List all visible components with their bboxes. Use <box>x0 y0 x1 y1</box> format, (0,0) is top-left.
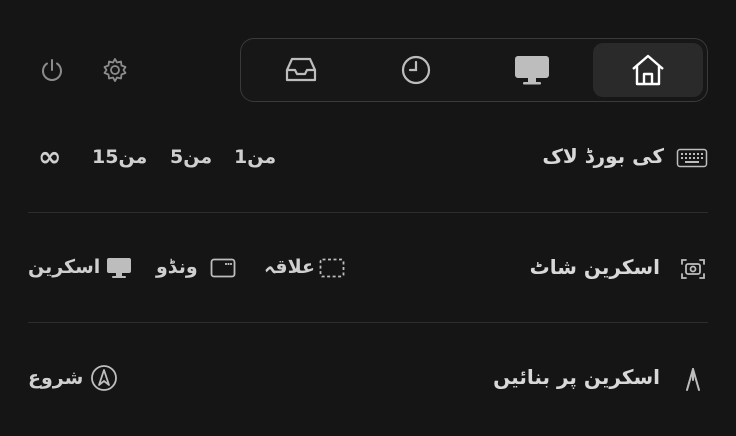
compass-icon <box>90 364 118 392</box>
mode-tabbar <box>240 38 708 102</box>
lock-15min-option[interactable]: 15من <box>92 146 147 168</box>
region-icon <box>319 258 345 278</box>
lock-5min-option[interactable]: 5من <box>170 146 212 168</box>
tab-home[interactable] <box>593 43 703 97</box>
keyboard-lock-label: کی بورڈ لاک <box>542 144 664 168</box>
pen-nib-icon <box>680 366 706 392</box>
start-drawing-button[interactable]: شروع <box>28 367 83 389</box>
camera-icon <box>679 256 707 282</box>
tab-history[interactable] <box>361 43 471 97</box>
tab-display[interactable] <box>477 43 587 97</box>
tray-icon <box>285 57 317 82</box>
window-icon <box>210 258 236 278</box>
home-icon <box>632 54 664 86</box>
power-icon <box>42 59 62 81</box>
divider <box>28 322 708 323</box>
lock-1min-option[interactable]: 1من <box>234 146 276 168</box>
region-option[interactable]: علاقہ <box>264 256 315 278</box>
screenshot-label: اسکرین شاٹ <box>529 255 660 279</box>
screen-option[interactable]: اسکرین <box>28 256 100 278</box>
lock-infinite-option[interactable]: ∞ <box>38 140 61 173</box>
keyboard-icon <box>676 146 708 170</box>
divider <box>28 212 708 213</box>
settings-button[interactable] <box>100 55 130 85</box>
window-option[interactable]: ونڈو <box>156 256 198 278</box>
draw-on-screen-label: اسکرین پر بنائیں <box>493 365 660 389</box>
power-button[interactable] <box>37 55 67 85</box>
clock-icon <box>401 55 431 85</box>
monitor-icon <box>515 56 549 85</box>
display-icon <box>106 256 132 280</box>
tab-inbox[interactable] <box>246 43 356 97</box>
gear-icon <box>103 58 127 82</box>
